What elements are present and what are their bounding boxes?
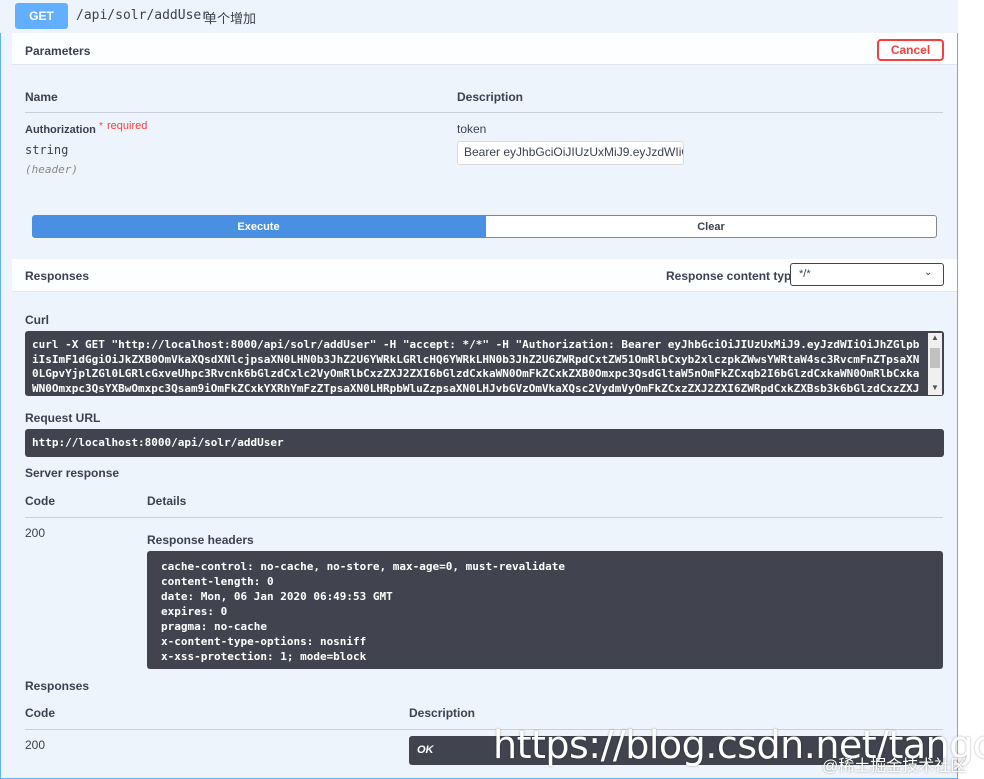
param-description: token bbox=[457, 122, 487, 136]
response-headers-label: Response headers bbox=[147, 533, 254, 547]
column-header-details: Details bbox=[147, 494, 187, 508]
parameters-divider bbox=[25, 112, 943, 113]
parameters-header bbox=[12, 33, 957, 65]
response-header-line: cache-control: no-cache, no-store, max-a… bbox=[161, 560, 565, 573]
operation-summary: 单个增加 bbox=[204, 11, 257, 26]
request-url-label: Request URL bbox=[25, 411, 101, 425]
curl-scroll-thumb[interactable] bbox=[930, 348, 940, 368]
param-type: string bbox=[25, 143, 69, 157]
response-header-line: pragma: no-cache bbox=[161, 620, 267, 633]
responses-title: Responses bbox=[25, 269, 90, 283]
response-header-line: content-length: 0 bbox=[161, 575, 274, 588]
response-header-line: x-content-type-options: nosniff bbox=[161, 635, 367, 648]
curl-command[interactable]: curl -X GET "http://localhost:8000/api/s… bbox=[25, 331, 944, 396]
response-headers[interactable]: cache-control: no-cache, no-store, max-a… bbox=[147, 551, 943, 669]
execute-button[interactable]: Execute bbox=[32, 215, 485, 238]
response-code: 200 bbox=[25, 738, 46, 752]
method-badge: GET bbox=[15, 3, 68, 29]
parameters-title: Parameters bbox=[25, 44, 91, 58]
authorization-input[interactable]: Bearer eyJhbGciOiJIUzUxMiJ9.eyJzdWIiOiJh… bbox=[457, 141, 684, 165]
response-header-line: x-xss-protection: 1; mode=block bbox=[161, 650, 367, 663]
column-header-code: Code bbox=[25, 706, 55, 720]
scroll-down-icon[interactable]: ▼ bbox=[928, 383, 942, 395]
required-star: * bbox=[99, 121, 103, 132]
scroll-up-icon[interactable]: ▲ bbox=[928, 333, 942, 345]
content-type-label: Response content type bbox=[666, 269, 799, 283]
server-response-divider bbox=[25, 517, 943, 518]
column-header-description: Description bbox=[457, 90, 524, 104]
responses-list-label: Responses bbox=[25, 679, 90, 693]
request-url-value[interactable]: http://localhost:8000/api/solr/addUser bbox=[25, 429, 944, 457]
column-header-code: Code bbox=[25, 494, 55, 508]
response-header-line: expires: 0 bbox=[161, 605, 228, 618]
cancel-button[interactable]: Cancel bbox=[877, 39, 944, 61]
content-type-select[interactable]: */* bbox=[790, 263, 944, 286]
operation-path: /api/solr/addUser bbox=[76, 8, 210, 23]
param-location: (header) bbox=[25, 163, 78, 176]
curl-label: Curl bbox=[25, 313, 49, 327]
param-name: Authorization bbox=[25, 124, 96, 136]
page-margin bbox=[958, 0, 984, 779]
column-header-description: Description bbox=[409, 706, 476, 720]
chevron-down-icon: ⌄ bbox=[924, 267, 933, 278]
server-response-label: Server response bbox=[25, 466, 120, 480]
response-header-line: date: Mon, 06 Jan 2020 06:49:53 GMT bbox=[161, 590, 393, 603]
required-label: required bbox=[107, 120, 148, 132]
clear-button[interactable]: Clear bbox=[485, 215, 937, 238]
column-header-name: Name bbox=[25, 90, 58, 104]
watermark-credit: @稀土掘金技术社区 bbox=[822, 758, 967, 775]
server-response-code: 200 bbox=[25, 526, 46, 540]
